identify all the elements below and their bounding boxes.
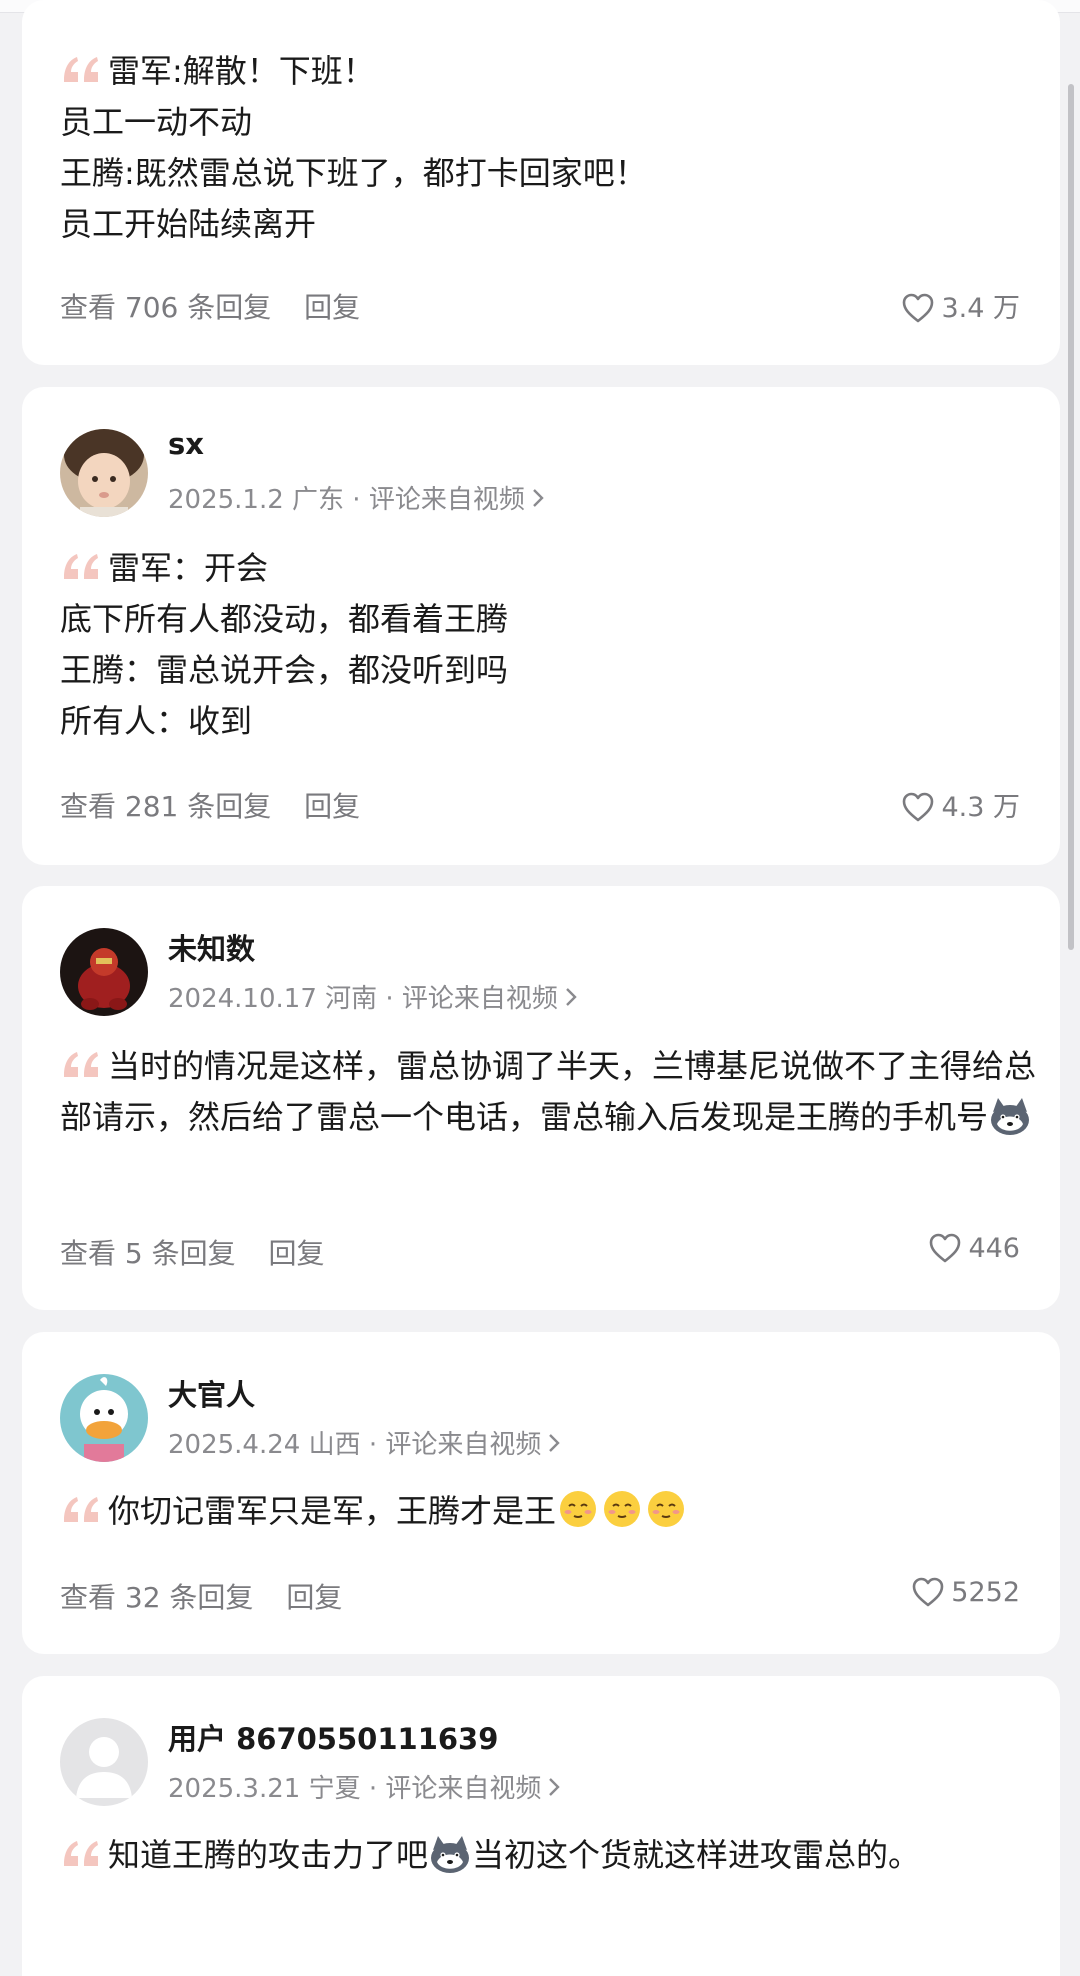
smiling-face-emoji	[560, 1491, 597, 1527]
username[interactable]: 大官人	[168, 1372, 255, 1414]
comment-text: 知道王腾的攻击力了吧	[108, 1836, 429, 1874]
comment-card: 用户 8670550111639 2025.3.21 宁夏 · 评论来自视频 知…	[22, 1676, 1060, 1976]
comment-line: 王腾：雷总说开会，都没听到吗	[60, 651, 509, 689]
comment-body: 你切记雷军只是军，王腾才是王	[60, 1486, 1040, 1537]
comment-actions: 查看 281 条回复 回复	[60, 785, 360, 825]
like-count: 5252	[951, 1577, 1020, 1608]
comment-line: 底下所有人都没动，都看着王腾	[60, 600, 509, 638]
comment-body: 雷军:解散！下班！ 员工一动不动 王腾:既然雷总说下班了，都打卡回家吧！ 员工开…	[60, 46, 1040, 250]
comment-card: sx 2025.1.2 广东 · 评论来自视频 雷军：开会 底下所有人都没动，都…	[22, 387, 1060, 865]
like-count: 3.4 万	[941, 293, 1020, 324]
username[interactable]: 用户 8670550111639	[168, 1716, 498, 1758]
avatar[interactable]	[60, 1718, 148, 1806]
chevron-right-icon	[549, 1778, 561, 1796]
avatar[interactable]	[60, 928, 148, 1016]
comment-meta-text: 2024.10.17 河南 · 评论来自视频	[168, 984, 558, 1014]
comment-line: 王腾:既然雷总说下班了，都打卡回家吧！	[60, 154, 647, 192]
like-button[interactable]: 446	[928, 1232, 1020, 1264]
like-button[interactable]: 3.4 万	[901, 286, 1020, 325]
comment-meta[interactable]: 2025.1.2 广东 · 评论来自视频	[168, 479, 545, 516]
reply-button[interactable]: 回复	[304, 785, 360, 825]
comment-body: 知道王腾的攻击力了吧 当初这个货就这样进攻雷总的。	[60, 1830, 1020, 1881]
comment-card: 大官人 2025.4.24 山西 · 评论来自视频 你切记雷军只是军，王腾才是王…	[22, 1332, 1060, 1654]
husky-dog-emoji	[991, 1098, 1030, 1135]
comment-meta-text: 2025.3.21 宁夏 · 评论来自视频	[168, 1774, 542, 1804]
comment-text: 当时的情况是这样，雷总协调了半天，兰博基尼说做不了主得给总部请示，然后给了雷总一…	[60, 1047, 1037, 1136]
like-count: 446	[968, 1233, 1020, 1264]
view-replies-link[interactable]: 查看 281 条回复	[60, 785, 271, 825]
reply-button[interactable]: 回复	[304, 286, 360, 326]
like-button[interactable]: 4.3 万	[901, 785, 1020, 824]
like-button[interactable]: 5252	[911, 1576, 1020, 1608]
comment-actions: 查看 32 条回复 回复	[60, 1576, 342, 1616]
heart-outline-icon	[903, 293, 934, 323]
view-replies-link[interactable]: 查看 32 条回复	[60, 1576, 253, 1616]
quote-mark-icon	[64, 1497, 98, 1522]
view-replies-link[interactable]: 查看 706 条回复	[60, 286, 271, 326]
comment-meta-text: 2025.4.24 山西 · 评论来自视频	[168, 1430, 542, 1460]
quote-mark-icon	[64, 1841, 98, 1866]
comment-line: 雷军：开会	[108, 549, 269, 587]
comment-card: 未知数 2024.10.17 河南 · 评论来自视频 当时的情况是这样，雷总协调…	[22, 886, 1060, 1310]
comment-line: 所有人：收到	[60, 702, 253, 740]
reply-button[interactable]: 回复	[269, 1232, 325, 1272]
heart-outline-icon	[930, 1233, 961, 1263]
username[interactable]: 未知数	[168, 926, 255, 968]
chevron-right-icon	[549, 1434, 561, 1452]
comment-meta[interactable]: 2025.4.24 山西 · 评论来自视频	[168, 1424, 561, 1461]
comment-line: 员工开始陆续离开	[60, 205, 317, 243]
comment-text: 当初这个货就这样进攻雷总的。	[472, 1836, 921, 1874]
quote-mark-icon	[64, 554, 98, 579]
quote-mark-icon	[64, 57, 98, 82]
husky-dog-emoji	[431, 1836, 470, 1873]
like-count: 4.3 万	[941, 792, 1020, 823]
comment-body: 雷军：开会 底下所有人都没动，都看着王腾 王腾：雷总说开会，都没听到吗 所有人：…	[60, 543, 1040, 747]
reply-button[interactable]: 回复	[286, 1576, 342, 1616]
avatar[interactable]	[60, 1374, 148, 1462]
comment-line: 雷军:解散！下班！	[108, 52, 375, 90]
chevron-right-icon	[566, 988, 577, 1006]
chevron-right-icon	[532, 489, 544, 507]
smiling-face-emoji	[604, 1491, 641, 1527]
quote-mark-icon	[64, 1052, 98, 1077]
scrollbar[interactable]	[1068, 84, 1074, 950]
comment-meta-text: 2025.1.2 广东 · 评论来自视频	[168, 485, 525, 515]
heart-outline-icon	[903, 792, 934, 822]
comment-meta[interactable]: 2024.10.17 河南 · 评论来自视频	[168, 978, 578, 1015]
heart-outline-icon	[912, 1577, 944, 1607]
avatar[interactable]	[60, 429, 148, 517]
view-replies-link[interactable]: 查看 5 条回复	[60, 1232, 236, 1272]
comment-line: 员工一动不动	[60, 103, 253, 141]
comment-text: 你切记雷军只是军，王腾才是王	[108, 1492, 557, 1530]
smiling-face-emoji	[648, 1491, 685, 1527]
comment-card: 雷军:解散！下班！ 员工一动不动 王腾:既然雷总说下班了，都打卡回家吧！ 员工开…	[22, 0, 1060, 365]
comment-actions: 查看 5 条回复 回复	[60, 1232, 325, 1272]
comment-body: 当时的情况是这样，雷总协调了半天，兰博基尼说做不了主得给总部请示，然后给了雷总一…	[60, 1041, 1040, 1143]
comment-meta[interactable]: 2025.3.21 宁夏 · 评论来自视频	[168, 1768, 561, 1805]
username[interactable]: sx	[168, 427, 204, 461]
comment-actions: 查看 706 条回复 回复	[60, 286, 360, 326]
